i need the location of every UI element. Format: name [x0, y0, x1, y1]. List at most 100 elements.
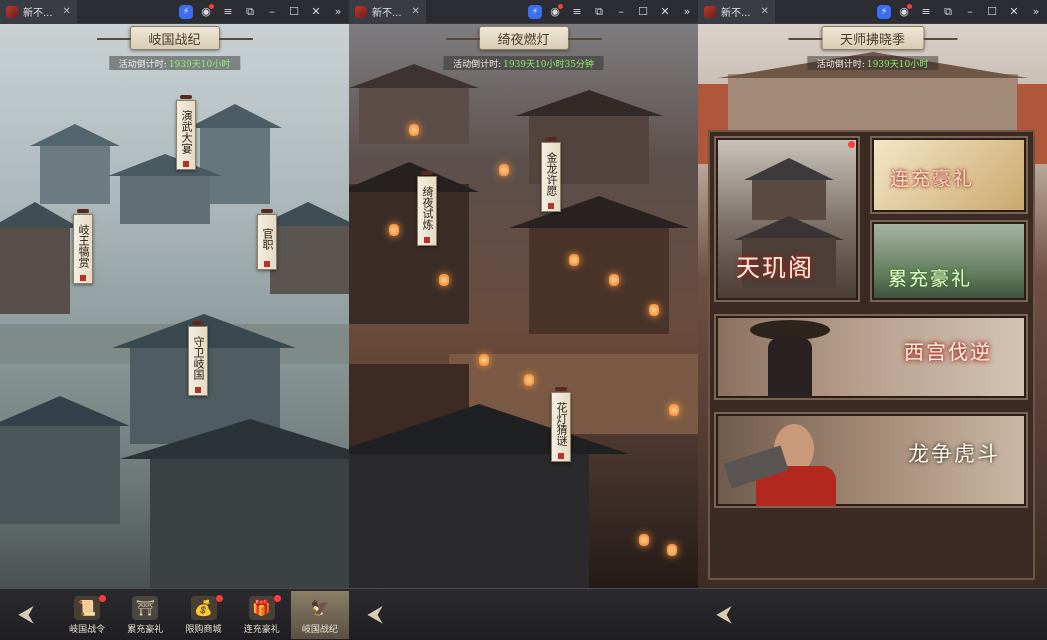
chevron-right-icon[interactable]: »: [1027, 3, 1045, 21]
maximize-icon[interactable]: ☐: [983, 3, 1001, 21]
card-lianchong-haoli[interactable]: 连充豪礼: [870, 136, 1028, 214]
countdown: 活动倒计时: 1939天10小时35分钟: [443, 56, 604, 70]
sign-label: 官职: [261, 227, 274, 250]
browser-tab[interactable]: 新不... ✕: [349, 0, 426, 24]
tab-title: 新不...: [721, 8, 751, 19]
browser-tab[interactable]: 新不... ✕: [0, 0, 77, 24]
game-window-1: 新不... ✕ ⚡ ◉ ≡ ⧉ – ☐ ✕ » 岐国战纪 活动倒计时: 1939…: [0, 0, 349, 640]
card-label: 龙争虎斗: [908, 442, 1000, 466]
nav-label: 连充豪礼: [243, 625, 280, 635]
sign-label: 岐王犒赏: [77, 223, 90, 268]
back-arrow-icon[interactable]: ⮜: [706, 599, 742, 629]
game-window-3: 新不... ✕ ⚡ ◉ ≡ ⧉ – ☐ ✕ » 天师拂晓季 活动倒计时: 193…: [698, 0, 1047, 640]
sign-jinlong-xuyuan[interactable]: 金龙许愿: [541, 137, 561, 212]
event-title-banner: 岐国战纪: [96, 26, 253, 50]
sign-qiye-shilian[interactable]: 绮夜试炼: [417, 171, 437, 246]
restore-icon[interactable]: ⧉: [241, 3, 259, 21]
event-title-banner: 天师拂晓季: [787, 26, 958, 50]
close-icon[interactable]: ✕: [63, 6, 71, 17]
game-scene: 天师拂晓季 活动倒计时: 1939天10小时 天玑阁 连充豪礼 累充豪礼 西宫伐…: [698, 24, 1047, 588]
extension-icon[interactable]: ⚡: [179, 4, 193, 19]
card-tianjige[interactable]: 天玑阁: [714, 136, 860, 302]
sign-qiwang-kaoshang[interactable]: 岐王犒赏: [73, 209, 93, 284]
browser-toolbar: 新不... ✕ ⚡ ◉ ≡ ⧉ – ☐ ✕ »: [349, 0, 698, 24]
sign-label: 花灯猜谜: [555, 401, 568, 446]
tab-title: 新不...: [372, 8, 402, 19]
minimize-icon[interactable]: –: [612, 3, 630, 21]
nav-item-xiangou[interactable]: 💰 限购商城: [174, 591, 232, 639]
game-favicon-icon: [355, 5, 367, 18]
sign-guanzhi[interactable]: 官职: [257, 209, 277, 270]
account-icon[interactable]: ◉: [895, 3, 913, 21]
sign-label: 金龙许愿: [545, 151, 558, 196]
countdown-value: 1939天10小时: [866, 59, 929, 70]
card-longzheng-hudou[interactable]: 龙争虎斗: [714, 412, 1028, 508]
scroll-icon: 📜: [74, 596, 101, 620]
nav-item-leichong[interactable]: ⛩ 累充豪礼: [116, 591, 174, 639]
browser-toolbar: 新不... ✕ ⚡ ◉ ≡ ⧉ – ☐ ✕ »: [698, 0, 1047, 24]
restore-icon[interactable]: ⧉: [939, 3, 957, 21]
card-leichong-haoli[interactable]: 累充豪礼: [870, 220, 1028, 302]
maximize-icon[interactable]: ☐: [634, 3, 652, 21]
close-icon[interactable]: ✕: [656, 3, 674, 21]
sign-yanwu-dayan[interactable]: 演武大宴: [176, 95, 196, 170]
game-scene: 绮夜燃灯 活动倒计时: 1939天10小时35分钟 金龙许愿 绮夜试炼 花灯猜谜: [349, 24, 698, 588]
sign-shouwei-qiguo[interactable]: 守卫岐国: [188, 321, 208, 396]
nav-item-zhanling[interactable]: 📜 岐国战令: [58, 591, 116, 639]
nav-label: 限购商城: [185, 625, 222, 635]
menu-icon[interactable]: ≡: [568, 3, 586, 21]
nav-item-lianchong[interactable]: 🎁 连充豪礼: [233, 591, 291, 639]
sign-label: 演武大宴: [180, 109, 193, 154]
card-label: 西宫伐逆: [904, 340, 992, 364]
bottom-nav: ⮜ 📜 岐国战令 ⛩ 累充豪礼 💰 限购商城 🎁 连充豪礼 🦅 岐国战纪: [0, 588, 349, 640]
game-favicon-icon: [6, 5, 18, 18]
card-label: 累充豪礼: [888, 268, 973, 290]
close-icon[interactable]: ✕: [412, 6, 420, 17]
treasure-chest-icon: ⛩: [132, 596, 159, 620]
account-icon[interactable]: ◉: [546, 3, 564, 21]
minimize-icon[interactable]: –: [263, 3, 281, 21]
close-icon[interactable]: ✕: [1005, 3, 1023, 21]
sign-label: 绮夜试炼: [421, 185, 434, 230]
countdown-label: 活动倒计时:: [816, 59, 865, 70]
countdown: 活动倒计时: 1939天10小时: [108, 56, 241, 70]
gift-icon: 🎁: [248, 596, 275, 620]
nav-label: 累充豪礼: [127, 625, 164, 635]
extension-icon[interactable]: ⚡: [877, 4, 891, 19]
bird-emblem-icon: 🦅: [310, 599, 330, 617]
menu-icon[interactable]: ≡: [219, 3, 237, 21]
nav-label: 岐国战纪: [301, 625, 338, 635]
event-title-banner: 绮夜燃灯: [445, 26, 602, 50]
close-icon[interactable]: ✕: [307, 3, 325, 21]
account-icon[interactable]: ◉: [197, 3, 215, 21]
bottom-nav: ⮜: [349, 588, 698, 640]
countdown: 活动倒计时: 1939天10小时: [806, 56, 939, 70]
game-scene: 岐国战纪 活动倒计时: 1939天10小时 演武大宴 岐王犒赏 官职 守卫岐国: [0, 24, 349, 588]
bottom-nav: ⮜: [698, 588, 1047, 640]
extension-icon[interactable]: ⚡: [528, 4, 542, 19]
tab-title: 新不...: [23, 8, 53, 19]
nav-label: 岐国战令: [69, 625, 106, 635]
browser-tab[interactable]: 新不... ✕: [698, 0, 775, 24]
minimize-icon[interactable]: –: [961, 3, 979, 21]
game-favicon-icon: [704, 5, 716, 18]
nav-item-zhanji[interactable]: 🦅 岐国战纪: [290, 591, 349, 639]
chevron-right-icon[interactable]: »: [678, 3, 696, 21]
sign-label: 守卫岐国: [192, 335, 205, 380]
back-arrow-icon[interactable]: ⮜: [357, 599, 393, 629]
notification-badge: [848, 141, 855, 148]
maximize-icon[interactable]: ☐: [285, 3, 303, 21]
card-xigong-fani[interactable]: 西宫伐逆: [714, 314, 1028, 400]
activity-board: 天玑阁 连充豪礼 累充豪礼 西宫伐逆 龙争虎斗: [708, 130, 1035, 580]
notification-badge: [99, 595, 107, 602]
back-arrow-icon[interactable]: ⮜: [8, 599, 44, 629]
notification-badge: [273, 595, 281, 602]
restore-icon[interactable]: ⧉: [590, 3, 608, 21]
close-icon[interactable]: ✕: [761, 6, 769, 17]
countdown-value: 1939天10小时35分钟: [503, 59, 594, 70]
card-label: 天玑阁: [736, 254, 814, 282]
menu-icon[interactable]: ≡: [917, 3, 935, 21]
sign-huadeng-caimi[interactable]: 花灯猜谜: [551, 387, 571, 462]
browser-toolbar: 新不... ✕ ⚡ ◉ ≡ ⧉ – ☐ ✕ »: [0, 0, 349, 24]
chevron-right-icon[interactable]: »: [329, 3, 347, 21]
